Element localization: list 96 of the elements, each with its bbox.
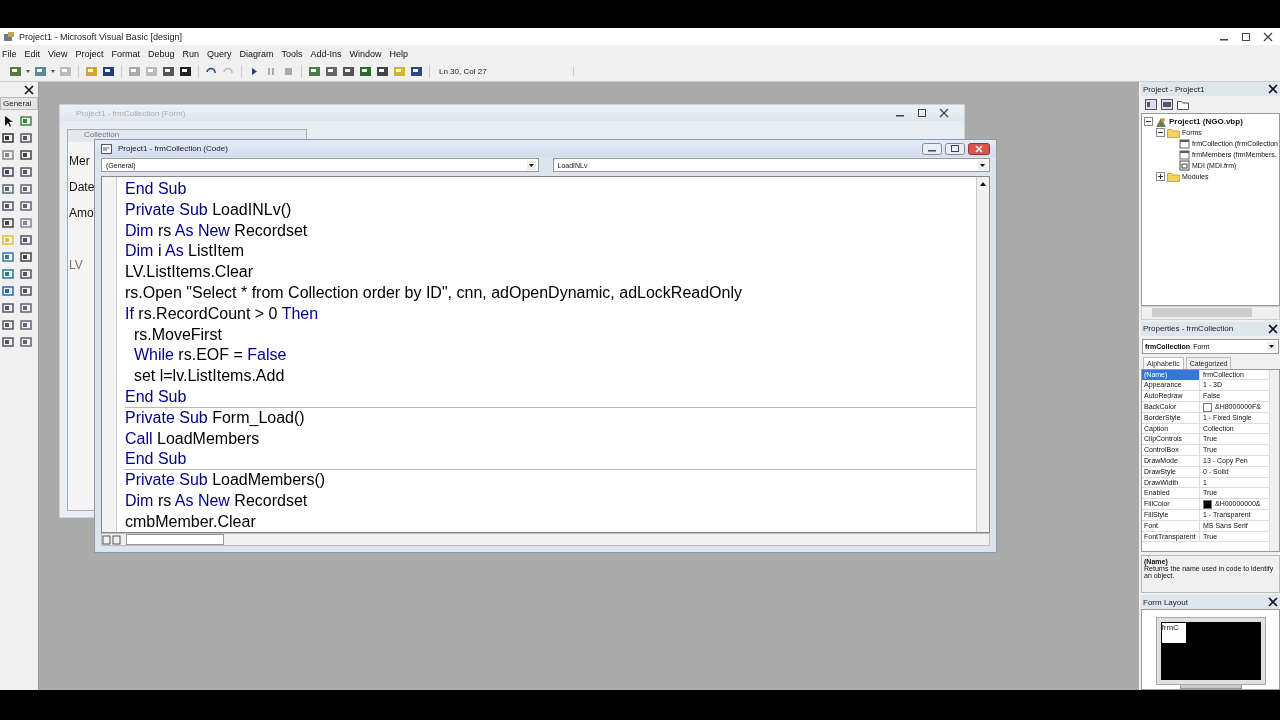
code-line: Dim rs As New Recordset — [125, 220, 309, 241]
control-icon[interactable] — [19, 267, 33, 281]
maximize-icon[interactable] — [916, 108, 928, 118]
code-icon — [101, 143, 112, 154]
control-icon[interactable] — [1, 301, 15, 315]
code-line: rs.Open "Select * from Collection order by ID", cnn, adOpenDynamic, adLockReadOnly — [125, 283, 743, 303]
scrollbar-thumb[interactable] — [126, 534, 224, 545]
code-line: End Sub — [125, 449, 188, 470]
window-title: Project1 - Microsoft Visual Basic [design] — [19, 31, 182, 42]
code-line: Private Sub LoadMembers() — [125, 469, 976, 491]
menu-item[interactable]: File — [2, 48, 17, 59]
control-icon[interactable] — [1, 131, 15, 145]
folder-icon[interactable] — [1177, 99, 1189, 110]
code-line: rs.MoveFirst — [132, 324, 223, 345]
code-line: cmbMember.Clear — [125, 511, 257, 532]
menu-item[interactable]: Project — [75, 48, 104, 59]
code-line: Private Sub Form_Load() — [125, 406, 976, 429]
toolbox-tab[interactable]: General — [0, 97, 38, 110]
code-line: Dim rs As New Recordset — [125, 490, 309, 511]
form-thumbnail[interactable]: frmC — [1161, 623, 1186, 643]
close-icon[interactable] — [968, 142, 990, 155]
folder-icon — [1167, 171, 1180, 182]
menu-item[interactable]: Help — [389, 48, 409, 59]
form-label: Date — [69, 180, 95, 194]
code-line: End Sub — [125, 386, 188, 407]
form-label: LV — [69, 258, 83, 272]
menu-item[interactable]: Query — [206, 48, 232, 59]
control-icon[interactable] — [1, 182, 15, 196]
panel-title: Properties - frmCollection — [1143, 324, 1234, 334]
close-icon[interactable] — [1268, 84, 1278, 94]
code-line: If rs.RecordCount > 0 Then — [125, 303, 320, 324]
view-object-icon[interactable] — [1161, 99, 1173, 110]
minimize-icon[interactable] — [922, 142, 942, 155]
menu-item[interactable]: View — [48, 48, 68, 59]
control-icon[interactable] — [19, 233, 33, 247]
app-icon — [3, 30, 15, 43]
window-title: Project1 - frmCollection (Code) — [117, 144, 228, 153]
panel-title: Project - Project1 — [1143, 84, 1205, 94]
vertical-scrollbar[interactable] — [1269, 369, 1279, 551]
code-line: Dim i As ListItem — [125, 241, 246, 262]
view-toggle-icon[interactable] — [102, 534, 122, 545]
close-icon[interactable] — [938, 108, 950, 118]
menu-item[interactable]: Add-Ins — [310, 48, 342, 59]
view-code-icon[interactable] — [1145, 99, 1157, 110]
control-icon[interactable] — [19, 131, 33, 145]
control-icon[interactable] — [19, 199, 33, 213]
control-icon[interactable] — [1, 284, 15, 298]
control-icon[interactable] — [19, 165, 33, 179]
dropdown-arrow-icon[interactable] — [1267, 341, 1276, 351]
mdi-form-icon — [1179, 160, 1190, 171]
close-icon[interactable] — [1268, 597, 1278, 607]
code-line: set l=lv.ListItems.Add — [132, 366, 286, 387]
maximize-icon[interactable] — [1240, 31, 1252, 42]
form-label: Mer — [69, 154, 90, 168]
close-icon[interactable] — [1268, 323, 1278, 334]
tree-item[interactable]: Project1 (NGO.vbp) — [1169, 117, 1243, 126]
control-icon[interactable] — [19, 335, 33, 349]
close-icon[interactable] — [24, 85, 34, 95]
control-icon[interactable] — [1, 216, 15, 230]
control-icon[interactable] — [19, 148, 33, 162]
horizontal-scrollbar[interactable] — [101, 533, 990, 546]
panel-title: Form Layout — [1143, 597, 1188, 607]
code-line: End Sub — [125, 179, 188, 199]
menu-item[interactable]: Window — [349, 48, 382, 59]
dropdown-arrow-icon[interactable] — [978, 160, 987, 170]
project-icon — [1155, 115, 1167, 128]
form-label: Amo — [69, 206, 94, 220]
control-icon[interactable] — [19, 250, 33, 264]
control-icon[interactable] — [1, 199, 15, 213]
code-line: Private Sub LoadINLv() — [125, 199, 293, 220]
control-icon[interactable] — [1, 335, 15, 349]
control-icon[interactable] — [19, 318, 33, 332]
scrollbar-thumb[interactable] — [1152, 308, 1252, 318]
code-line: LV.ListItems.Clear — [125, 262, 255, 283]
collapse-icon[interactable] — [1144, 117, 1153, 126]
menu-item[interactable]: Debug — [147, 48, 175, 59]
cursor-position: Ln 30, Col 27 — [435, 67, 574, 76]
collapse-icon[interactable] — [1156, 128, 1165, 137]
menu-item[interactable]: Diagram — [239, 48, 274, 59]
control-icon[interactable] — [19, 301, 33, 315]
menu-item[interactable]: Run — [182, 48, 199, 59]
control-icon[interactable] — [1, 318, 15, 332]
folder-icon — [1167, 127, 1180, 138]
code-line: Call LoadMembers — [125, 428, 261, 449]
control-icon[interactable] — [19, 182, 33, 196]
menu-item[interactable]: Tools — [281, 48, 303, 59]
code-line: While rs.EOF = False — [132, 345, 288, 366]
maximize-icon[interactable] — [945, 142, 965, 155]
expand-icon[interactable] — [1156, 172, 1165, 181]
close-icon[interactable] — [1262, 31, 1274, 42]
control-icon[interactable] — [1, 165, 15, 179]
dropdown-arrow-icon[interactable] — [526, 160, 536, 170]
menu-item[interactable]: Format — [111, 48, 140, 59]
menu-item[interactable]: Edit — [24, 48, 41, 59]
control-icon[interactable] — [19, 284, 33, 298]
vertical-scrollbar[interactable] — [976, 177, 989, 532]
